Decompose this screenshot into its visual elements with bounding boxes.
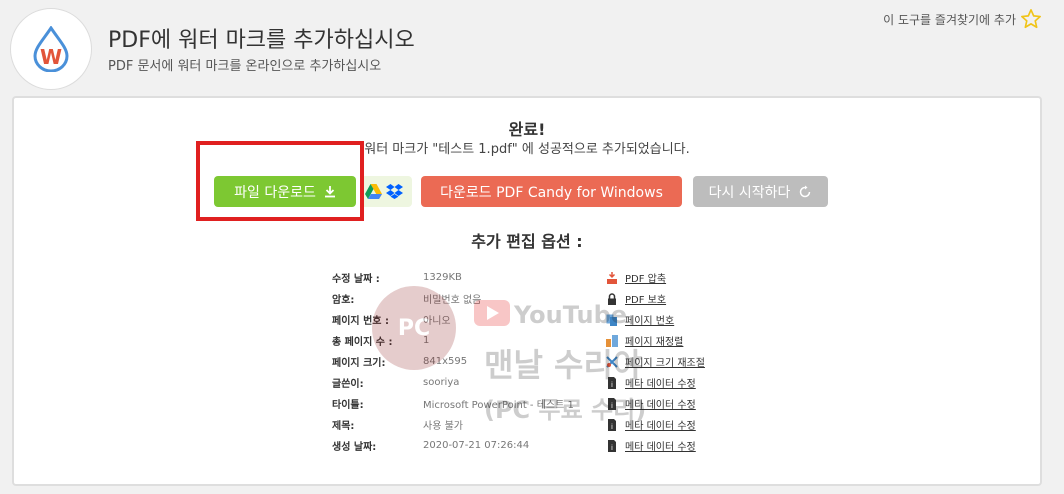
option-reorder-pages[interactable]: 페이지 재정렬	[606, 330, 705, 351]
option-edit-metadata[interactable]: i 메타 데이터 수정	[606, 372, 705, 393]
favorite-label: 이 도구를 즐겨찾기에 추가	[883, 12, 1016, 27]
property-value: 아니오	[423, 316, 451, 327]
cloud-save-group	[360, 176, 412, 207]
refresh-icon	[800, 185, 811, 197]
property-value: 2020-07-21 07:26:44	[423, 440, 530, 451]
download-pdf-candy-button[interactable]: 다운로드 PDF Candy for Windows	[421, 176, 682, 207]
add-favorite-button[interactable]: 이 도구를 즐겨찾기에 추가	[883, 8, 1042, 30]
svg-text:i: i	[611, 423, 613, 431]
dropbox-icon[interactable]	[386, 184, 403, 199]
property-row: 글쓴이: sooriya	[332, 372, 593, 393]
property-value: sooriya	[423, 377, 460, 388]
option-edit-metadata[interactable]: i 메타 데이터 수정	[606, 414, 705, 435]
option-edit-metadata[interactable]: i 메타 데이터 수정	[606, 435, 705, 456]
option-label: 페이지 재정렬	[625, 337, 684, 348]
metadata-icon: i	[606, 397, 618, 410]
property-value: 1	[423, 335, 430, 346]
metadata-icon: i	[606, 376, 618, 389]
svg-text:i: i	[611, 444, 613, 452]
option-label: 메타 데이터 수정	[625, 400, 696, 411]
file-properties: 수정 날짜 : 1329KB 암호: 비밀번호 없음 페이지 번호 : 아니오 …	[332, 267, 593, 456]
property-label: 글쓴이:	[332, 379, 364, 390]
candy-button-label: 다운로드 PDF Candy for Windows	[440, 184, 663, 201]
option-compress-pdf[interactable]: PDF 압축	[606, 267, 705, 288]
google-drive-icon[interactable]	[365, 184, 382, 199]
reorder-icon	[606, 334, 618, 347]
property-label: 타이틀:	[332, 400, 364, 411]
option-label: 메타 데이터 수정	[625, 379, 696, 390]
highlight-annotation-box	[196, 141, 364, 221]
property-row: 수정 날짜 : 1329KB	[332, 267, 593, 288]
property-row: 제목: 사용 불가	[332, 414, 593, 435]
option-label: 메타 데이터 수정	[625, 442, 696, 453]
property-label: 생성 날짜:	[332, 442, 377, 453]
result-message: 워터 마크가 "테스트 1.pdf" 에 성공적으로 추가되었습니다.	[364, 142, 690, 157]
property-row: 생성 날짜: 2020-07-21 07:26:44	[332, 435, 593, 456]
option-edit-metadata[interactable]: i 메타 데이터 수정	[606, 393, 705, 414]
property-label: 페이지 번호 :	[332, 316, 389, 327]
star-icon	[1021, 9, 1041, 29]
property-value: 사용 불가	[423, 421, 463, 432]
svg-text:W: W	[40, 45, 62, 69]
property-row: 페이지 크기: 841x595	[332, 351, 593, 372]
svg-text:i: i	[611, 402, 613, 410]
compress-icon	[606, 271, 618, 284]
result-card: 완료! 워터 마크가 "테스트 1.pdf" 에 성공적으로 추가되었습니다. …	[12, 96, 1042, 486]
option-page-numbers[interactable]: 페이지 번호	[606, 309, 705, 330]
page-subtitle: PDF 문서에 워터 마크를 온라인으로 추가하십시오	[108, 59, 382, 74]
property-label: 제목:	[332, 421, 355, 432]
option-protect-pdf[interactable]: PDF 보호	[606, 288, 705, 309]
metadata-icon: i	[606, 418, 618, 431]
svg-text:i: i	[611, 381, 613, 389]
property-row: 타이틀: Microsoft PowerPoint - 테스트 1	[332, 393, 593, 414]
property-value: 841x595	[423, 356, 468, 367]
property-row: 페이지 번호 : 아니오	[332, 309, 593, 330]
property-value: 비밀번호 없음	[423, 295, 482, 306]
option-resize-pages[interactable]: 페이지 크기 재조절	[606, 351, 705, 372]
option-label: PDF 압축	[625, 274, 667, 285]
option-label: 페이지 번호	[625, 316, 675, 327]
property-value: 1329KB	[423, 272, 462, 283]
property-row: 총 페이지 수 : 1	[332, 330, 593, 351]
result-title: 완료!	[508, 120, 546, 139]
metadata-icon: i	[606, 439, 618, 452]
resize-icon	[606, 355, 618, 368]
lock-icon	[606, 292, 618, 305]
property-row: 암호: 비밀번호 없음	[332, 288, 593, 309]
property-label: 총 페이지 수 :	[332, 337, 393, 348]
page-title: PDF에 워터 마크를 추가하십시오	[108, 28, 415, 53]
option-label: 메타 데이터 수정	[625, 421, 696, 432]
restart-button[interactable]: 다시 시작하다	[693, 176, 828, 207]
property-label: 수정 날짜 :	[332, 274, 380, 285]
property-label: 암호:	[332, 295, 355, 306]
app-logo: W	[10, 8, 92, 90]
edit-options: PDF 압축 PDF 보호 페이지 번호 페이지 재정렬 페이지 크기 재조절	[606, 267, 705, 456]
property-value: Microsoft PowerPoint - 테스트 1	[423, 400, 574, 411]
option-label: PDF 보호	[625, 295, 667, 306]
water-drop-icon: W	[33, 26, 69, 72]
restart-button-label: 다시 시작하다	[708, 184, 791, 201]
option-label: 페이지 크기 재조절	[625, 358, 705, 369]
page-number-icon	[606, 314, 618, 326]
more-options-title: 추가 편집 옵션 :	[471, 232, 583, 251]
property-label: 페이지 크기:	[332, 358, 386, 369]
